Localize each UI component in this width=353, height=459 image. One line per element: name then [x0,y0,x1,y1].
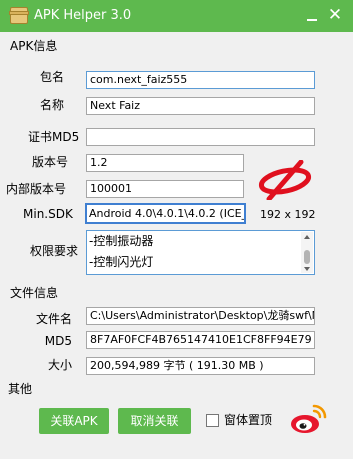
topmost-checkbox[interactable] [206,414,219,427]
associate-apk-button[interactable]: 关联APK [39,408,109,434]
close-button[interactable]: ✕ [324,5,346,25]
version-code-label: 内部版本号 [6,182,67,196]
min-sdk-label: Min.SDK [23,207,73,221]
md5-label: MD5 [44,334,72,348]
apk-info-section-label: APK信息 [10,39,58,53]
no-icon [258,160,312,200]
filename-label: 文件名 [35,312,72,326]
name-label: 名称 [39,98,64,112]
scroll-thumb[interactable] [304,250,310,264]
package-label: 包名 [39,70,64,84]
weibo-icon[interactable] [288,403,328,435]
permissions-scrollbar[interactable] [301,232,313,273]
permissions-list[interactable]: -控制振动器 -控制闪光灯 [86,230,315,275]
version-label: 版本号 [31,155,68,169]
permission-item: -控制振动器 [89,234,154,248]
file-info-section-label: 文件信息 [10,286,59,300]
min-sdk-field[interactable]: Android 4.0\4.0.1\4.0.2 (ICE_CREAM_SANDW… [85,203,246,224]
md5-field[interactable]: 8F7AF0FCF4B765147410E1CF8FF94E79 [86,331,315,349]
cert-md5-label: 证书MD5 [28,130,80,144]
app-box-icon [9,7,29,24]
window-title: APK Helper 3.0 [34,8,132,23]
size-label: 大小 [47,358,72,372]
size-field[interactable]: 200,594,989 字节 ( 191.30 MB ) [86,357,315,375]
unassociate-button[interactable]: 取消关联 [118,408,191,434]
scroll-up-arrow-icon[interactable] [301,233,313,240]
version-code-field[interactable]: 100001 [86,180,244,198]
other-section-label: 其他 [8,382,33,396]
cert-md5-field[interactable] [86,128,315,146]
permission-item: -控制闪光灯 [89,255,154,269]
permissions-label: 权限要求 [30,244,79,258]
scroll-down-arrow-icon[interactable] [301,266,313,273]
icon-size-text: 192 x 192 [260,208,316,221]
topmost-checkbox-label[interactable]: 窗体置顶 [224,411,272,429]
version-field[interactable]: 1.2 [86,154,244,172]
filename-field[interactable]: C:\Users\Administrator\Desktop\龙骑swf\Nex… [86,307,315,325]
app-name-field[interactable]: Next Faiz [86,97,315,115]
title-bar: APK Helper 3.0 ✕ [0,0,353,32]
minimize-button[interactable] [302,5,322,25]
package-field[interactable]: com.next_faiz555 [86,71,315,89]
